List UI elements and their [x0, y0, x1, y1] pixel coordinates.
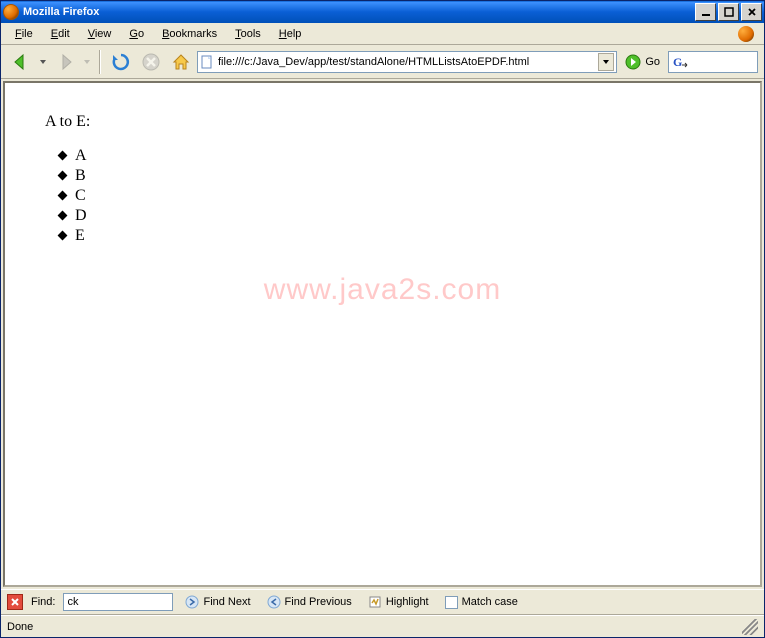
find-input[interactable]: [63, 593, 173, 611]
resize-grip[interactable]: [742, 619, 758, 635]
watermark: www.java2s.com: [264, 273, 501, 307]
find-next-icon: [185, 595, 199, 609]
toolbar: Go G: [1, 45, 764, 79]
reload-button[interactable]: [107, 48, 135, 76]
page-icon: [200, 55, 214, 69]
menu-view[interactable]: View: [80, 26, 120, 42]
go-button[interactable]: Go: [619, 48, 666, 76]
list-item: D: [75, 207, 720, 225]
content-heading: A to E:: [45, 113, 720, 131]
highlight-icon: [368, 595, 382, 609]
list-item: A: [75, 147, 720, 165]
url-bar[interactable]: [197, 51, 617, 73]
findbar-close-button[interactable]: [7, 594, 23, 610]
url-dropdown[interactable]: [598, 53, 614, 71]
minimize-button[interactable]: [695, 3, 716, 21]
menu-tools[interactable]: Tools: [227, 26, 269, 42]
home-button[interactable]: [167, 48, 195, 76]
window-buttons: [695, 3, 762, 21]
menubar: File Edit View Go Bookmarks Tools Help: [1, 23, 764, 45]
menu-help[interactable]: Help: [271, 26, 310, 42]
go-label: Go: [645, 56, 660, 68]
menu-edit[interactable]: Edit: [43, 26, 78, 42]
firefox-icon: [3, 4, 19, 20]
back-dropdown[interactable]: [37, 48, 49, 76]
google-icon: G: [673, 55, 689, 69]
highlight-button[interactable]: Highlight: [364, 593, 433, 611]
page-content: A to E: A B C D E www.java2s.com: [5, 83, 760, 585]
close-button[interactable]: [741, 3, 762, 21]
find-next-button[interactable]: Find Next: [181, 593, 254, 611]
list-item: E: [75, 227, 720, 245]
forward-dropdown[interactable]: [81, 48, 93, 76]
back-button[interactable]: [7, 48, 35, 76]
list-item: B: [75, 167, 720, 185]
search-box[interactable]: G: [668, 51, 758, 73]
menu-bookmarks[interactable]: Bookmarks: [154, 26, 225, 42]
menu-go[interactable]: Go: [121, 26, 152, 42]
find-previous-button[interactable]: Find Previous: [263, 593, 356, 611]
menu-file[interactable]: File: [7, 26, 41, 42]
findbar: Find: Find Next Find Previous Highlight …: [1, 589, 764, 615]
viewport: A to E: A B C D E www.java2s.com: [3, 81, 762, 587]
list-item: C: [75, 187, 720, 205]
statusbar: Done: [1, 615, 764, 637]
match-case-checkbox[interactable]: [445, 596, 458, 609]
match-case-toggle[interactable]: Match case: [441, 594, 522, 611]
window-titlebar: Mozilla Firefox: [1, 1, 764, 23]
svg-text:G: G: [673, 55, 682, 69]
maximize-button[interactable]: [718, 3, 739, 21]
content-list: A B C D E: [45, 147, 720, 245]
find-label: Find:: [31, 596, 55, 608]
window-title: Mozilla Firefox: [23, 6, 695, 18]
status-text: Done: [7, 621, 742, 633]
url-input[interactable]: [218, 56, 594, 68]
throbber-icon: [738, 26, 754, 42]
forward-button[interactable]: [51, 48, 79, 76]
find-previous-icon: [267, 595, 281, 609]
toolbar-separator: [99, 50, 101, 74]
stop-button[interactable]: [137, 48, 165, 76]
